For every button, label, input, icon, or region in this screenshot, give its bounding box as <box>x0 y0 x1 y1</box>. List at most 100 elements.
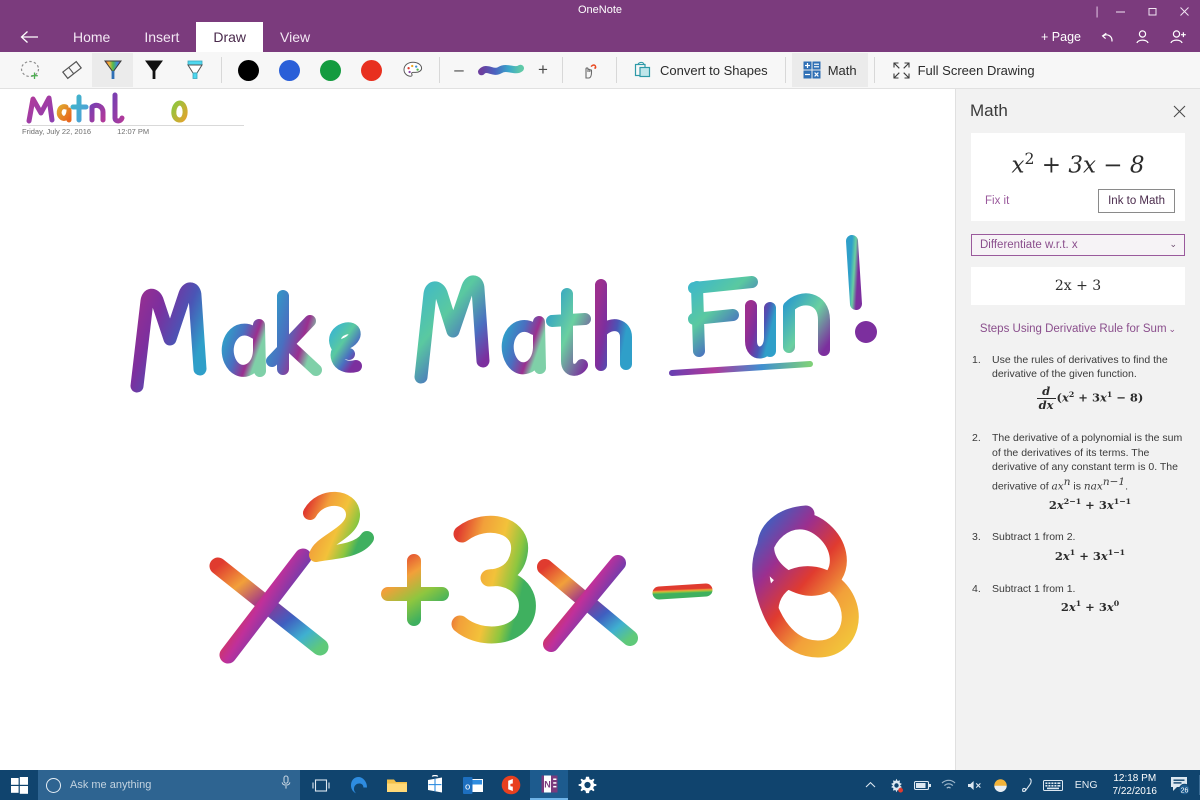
tab-home[interactable]: Home <box>56 22 127 52</box>
weather-icon[interactable] <box>988 770 1014 800</box>
thickness-preview[interactable] <box>472 53 530 87</box>
step-number: 2. <box>972 432 981 445</box>
color-blue[interactable] <box>269 53 310 87</box>
step-text-math2-sup: n−1 <box>1102 475 1126 488</box>
step-item: 1. Use the rules of derivatives to find … <box>972 353 1188 412</box>
clock[interactable]: 12:18 PM 7/22/2016 <box>1107 772 1164 798</box>
operation-select-value: Differentiate w.r.t. x <box>980 238 1078 251</box>
taskbar-app-edge[interactable] <box>340 770 378 800</box>
color-black[interactable] <box>228 53 269 87</box>
black-pen-button[interactable] <box>133 53 174 87</box>
step-equation: 2x1 + 3x1−1 <box>1054 547 1126 563</box>
ink-equation-8 <box>752 505 859 658</box>
rainbow-pen-button[interactable] <box>92 53 133 87</box>
thickness-decrease-button[interactable]: – <box>446 60 472 80</box>
lasso-select-button[interactable] <box>10 53 51 87</box>
close-button[interactable] <box>1168 0 1200 22</box>
folder-icon <box>387 779 407 792</box>
toolbar-divider-3 <box>562 57 563 83</box>
battery-icon[interactable] <box>910 770 936 800</box>
step-number: 4. <box>972 582 981 595</box>
thickness-group: – + <box>446 52 556 89</box>
ink-word-math <box>414 275 490 384</box>
account-button[interactable] <box>1126 22 1159 52</box>
steps-toggle[interactable]: Steps Using Derivative Rule for Sum ⌄ <box>956 323 1200 335</box>
task-view-button[interactable] <box>302 770 340 800</box>
add-page-button[interactable]: + Page <box>1033 22 1089 52</box>
color-red[interactable] <box>351 53 392 87</box>
person-icon <box>1136 29 1149 43</box>
svg-text:o: o <box>465 781 470 792</box>
toolbar-divider-2 <box>439 57 440 83</box>
tab-view[interactable]: View <box>263 22 327 52</box>
eraser-icon <box>61 60 82 80</box>
start-icon <box>10 776 28 794</box>
ribbon-bar: Home Insert Draw View + Page <box>0 22 1200 52</box>
maximize-button[interactable] <box>1136 0 1168 22</box>
microphone-icon[interactable] <box>280 775 292 795</box>
taskbar-app-office[interactable] <box>492 770 530 800</box>
start-button[interactable] <box>0 770 38 800</box>
taskbar-app-settings[interactable] <box>568 770 606 800</box>
tab-draw[interactable]: Draw <box>196 22 264 52</box>
ink-word-make <box>130 282 207 393</box>
pen-icon[interactable] <box>1014 770 1040 800</box>
recognized-equation[interactable]: x2 + 3x − 8 <box>981 145 1175 189</box>
operation-select[interactable]: Differentiate w.r.t. x ⌄ <box>971 233 1185 256</box>
recognized-equation-card: x2 + 3x − 8 Fix it Ink to Math <box>971 133 1185 221</box>
notification-center-button[interactable]: 26 <box>1163 775 1197 795</box>
person-add-icon <box>1170 29 1186 43</box>
full-screen-drawing-button[interactable]: Full Screen Drawing <box>881 53 1046 87</box>
ink-to-text-pointer-icon <box>584 64 596 79</box>
step-number: 3. <box>972 531 981 544</box>
result-equation: 2x + 3 <box>1055 278 1101 294</box>
action-center-settings-icon[interactable] <box>884 770 910 800</box>
language-indicator[interactable]: ENG <box>1066 779 1107 791</box>
step-equation: 2x2−1 + 3x1−1 <box>1048 496 1132 512</box>
back-button[interactable] <box>14 22 46 52</box>
toolbar-divider-1 <box>221 57 222 83</box>
taskbar-app-onenote[interactable]: N <box>530 770 568 800</box>
add-page-label: + Page <box>1041 30 1081 44</box>
equation-base: x <box>1011 152 1025 179</box>
highlighter-button[interactable] <box>174 53 215 87</box>
taskbar-app-store[interactable] <box>416 770 454 800</box>
share-button[interactable] <box>1161 22 1196 52</box>
ink-strokes-canvas[interactable] <box>0 89 955 770</box>
search-input[interactable]: Ask me anything <box>38 770 300 800</box>
rainbow-pen-icon <box>103 60 122 79</box>
more-colors-button[interactable] <box>392 53 433 87</box>
app-title: OneNote <box>577 4 623 16</box>
action-center-icon: 26 <box>1171 777 1191 795</box>
math-button[interactable]: Math <box>791 53 868 87</box>
outlook-icon: o <box>462 776 483 794</box>
toolbar-divider-4 <box>616 57 617 83</box>
math-panel-close-button[interactable] <box>1168 100 1190 122</box>
show-hidden-icons-button[interactable] <box>858 770 884 800</box>
eraser-button[interactable] <box>51 53 92 87</box>
color-green[interactable] <box>310 53 351 87</box>
ink-stroke-preview-icon <box>478 64 524 76</box>
keyboard-icon[interactable] <box>1040 770 1066 800</box>
ink-equation-exponent-2 <box>303 491 374 562</box>
undo-button[interactable] <box>1091 22 1124 52</box>
fix-it-link[interactable]: Fix it <box>981 195 1009 207</box>
taskbar-app-file-explorer[interactable] <box>378 770 416 800</box>
result-text: 2x + 3 <box>1054 277 1102 294</box>
taskbar-app-outlook[interactable]: o <box>454 770 492 800</box>
chevron-down-icon: ⌄ <box>1169 239 1177 250</box>
ribbon-tabs: Home Insert Draw View <box>56 22 327 52</box>
volume-muted-icon[interactable] <box>962 770 988 800</box>
minimize-button[interactable] <box>1104 0 1136 22</box>
ink-equation-plus <box>381 554 449 626</box>
ink-mode-button[interactable] <box>569 53 610 87</box>
wifi-icon[interactable] <box>936 770 962 800</box>
titlebar-separator: | <box>1095 4 1099 18</box>
lasso-select-icon <box>20 60 39 79</box>
note-canvas[interactable]: Friday, July 22, 2016 12:07 PM <box>0 89 955 770</box>
ink-to-math-button[interactable]: Ink to Math <box>1098 188 1175 213</box>
convert-to-shapes-button[interactable]: Convert to Shapes <box>623 53 779 87</box>
thickness-increase-button[interactable]: + <box>530 60 556 80</box>
tab-insert[interactable]: Insert <box>127 22 196 52</box>
math-panel-title: Math <box>970 101 1008 120</box>
